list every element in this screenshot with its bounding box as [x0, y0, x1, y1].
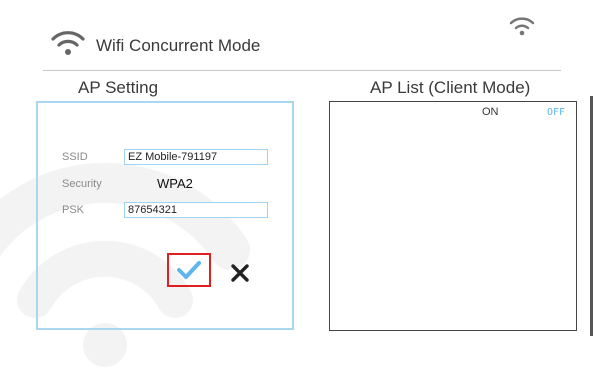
checkmark-icon [177, 261, 201, 279]
psk-label: PSK [62, 204, 85, 216]
security-label: Security [62, 178, 102, 190]
cancel-button[interactable] [227, 260, 253, 286]
header-divider [43, 70, 561, 71]
wifi-icon [51, 31, 85, 55]
confirm-button[interactable] [167, 253, 211, 287]
toggle-off-option[interactable]: OFF [547, 107, 565, 118]
ssid-label: SSID [62, 151, 88, 163]
ssid-field[interactable] [124, 149, 268, 165]
ap-setting-title: AP Setting [78, 78, 159, 97]
wifi-status-icon [509, 17, 535, 36]
security-value: WPA2 [157, 176, 193, 191]
psk-field[interactable] [124, 202, 268, 218]
ap-list-panel [329, 101, 577, 331]
toggle-on-option[interactable]: ON [482, 106, 499, 118]
close-icon [231, 264, 249, 282]
page-title: Wifi Concurrent Mode [96, 36, 261, 55]
ap-list-title: AP List (Client Mode) [370, 78, 531, 97]
